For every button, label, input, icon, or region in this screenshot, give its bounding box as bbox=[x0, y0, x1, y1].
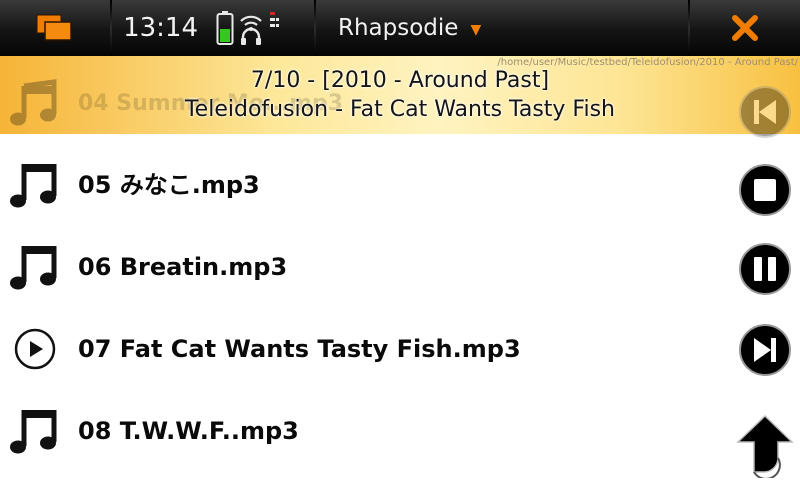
playlist-item[interactable]: 06 Breatin.mp3 bbox=[0, 226, 720, 308]
task-switcher-icon bbox=[36, 14, 72, 41]
file-path: /home/user/Music/testbed/Teleidofusion/2… bbox=[497, 57, 798, 68]
music-note-icon bbox=[10, 406, 60, 456]
play-circle-icon bbox=[10, 324, 60, 374]
status-bar: 13:14 Rhapsodie ▼ bbox=[0, 0, 800, 56]
track-album-info: 7/10 - [2010 - Around Past] bbox=[250, 68, 550, 93]
track-name: 05 みなこ.mp3 bbox=[78, 171, 260, 199]
track-name: 07 Fat Cat Wants Tasty Fish.mp3 bbox=[78, 335, 521, 363]
clock[interactable]: 13:14 bbox=[112, 0, 204, 56]
stop-button[interactable] bbox=[738, 163, 792, 217]
next-icon bbox=[739, 324, 791, 376]
music-note-icon bbox=[10, 242, 60, 292]
now-playing-banner[interactable]: 04 Summer Mo...mp3 /home/user/Music/test… bbox=[0, 56, 800, 138]
app-title: Rhapsodie bbox=[338, 15, 459, 41]
wifi-icon bbox=[240, 15, 262, 45]
back-button[interactable] bbox=[734, 412, 796, 480]
next-button[interactable] bbox=[738, 323, 792, 377]
pause-button[interactable] bbox=[738, 242, 792, 296]
pause-icon bbox=[739, 243, 791, 295]
dropdown-arrow-icon: ▼ bbox=[470, 21, 482, 38]
status-indicators[interactable] bbox=[204, 0, 314, 56]
playlist-item-current[interactable]: 07 Fat Cat Wants Tasty Fish.mp3 bbox=[0, 308, 720, 390]
signal-icon bbox=[270, 12, 279, 27]
close-icon bbox=[732, 15, 758, 41]
playlist-item[interactable]: 05 みなこ.mp3 bbox=[0, 144, 720, 226]
task-switcher-button[interactable] bbox=[0, 0, 110, 56]
track-name: 06 Breatin.mp3 bbox=[78, 253, 288, 281]
previous-button[interactable] bbox=[738, 85, 792, 143]
battery-icon bbox=[216, 11, 234, 45]
track-artist-title: Teleidofusion - Fat Cat Wants Tasty Fish bbox=[184, 97, 615, 122]
close-button[interactable] bbox=[690, 0, 800, 56]
back-icon bbox=[736, 414, 794, 480]
previous-icon bbox=[739, 86, 791, 138]
track-name: 08 T.W.W.F..mp3 bbox=[78, 417, 299, 445]
stop-icon bbox=[739, 164, 791, 216]
music-note-icon bbox=[10, 160, 60, 210]
playlist-item[interactable]: 08 T.W.W.F..mp3 bbox=[0, 390, 720, 472]
app-menu-button[interactable]: Rhapsodie ▼ bbox=[316, 0, 688, 56]
